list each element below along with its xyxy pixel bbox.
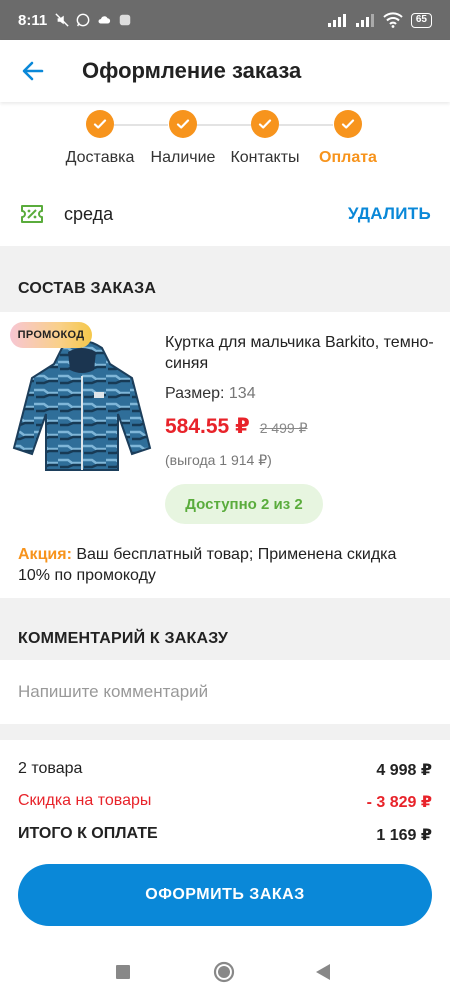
app-header: Оформление заказа: [0, 40, 450, 102]
current-price: 584.55 ₽: [165, 415, 250, 438]
step-check-availability[interactable]: [169, 110, 197, 138]
product-size: Размер: 134: [165, 385, 256, 403]
old-price: 2 499 ₽: [259, 420, 308, 436]
comment-input[interactable]: Напишите комментарий: [0, 660, 450, 724]
price-row: 584.55 ₽ 2 499 ₽: [165, 414, 308, 439]
checkout-button[interactable]: ОФОРМИТЬ ЗАКАЗ: [18, 864, 432, 926]
total-row: ИТОГО К ОПЛАТЕ 1 169 ₽: [18, 825, 432, 845]
promotion-text: Ваш бесплатный товар; Применена скидка 1…: [18, 546, 397, 584]
back-triangle-icon[interactable]: [315, 963, 331, 981]
cloud-icon: [98, 16, 111, 24]
items-count-row: 2 товара 4 998 ₽: [18, 760, 432, 780]
availability-badge: Доступно 2 из 2: [165, 484, 323, 524]
product-name[interactable]: Куртка для мальчика Barkito, темно-синяя: [165, 332, 435, 374]
system-icons: 65: [327, 12, 432, 28]
status-bar: 8:11 65: [0, 0, 450, 40]
mute-icon: [55, 13, 69, 27]
order-section-title: СОСТАВ ЗАКАЗА: [18, 280, 157, 297]
order-section-header: СОСТАВ ЗАКАЗА: [0, 246, 450, 312]
comment-section-title: КОММЕНТАРИЙ К ЗАКАЗУ: [18, 630, 229, 647]
check-icon: [341, 119, 355, 129]
whatsapp-icon: [76, 13, 90, 27]
signal-icon-2: [355, 14, 374, 27]
size-value: 134: [228, 385, 256, 402]
checkout-stepper: Доставка Наличие Контакты Оплата: [0, 106, 450, 178]
recents-square-icon[interactable]: [115, 964, 131, 980]
check-icon: [258, 119, 272, 129]
step-connector: [114, 124, 168, 126]
items-total-value: 4 998 ₽: [376, 762, 432, 779]
total-label: ИТОГО К ОПЛАТЕ: [18, 825, 158, 842]
page-title: Оформление заказа: [82, 58, 302, 83]
system-nav-bar: [0, 950, 450, 1000]
step-check-contacts[interactable]: [251, 110, 279, 138]
step-label-contacts[interactable]: Контакты: [230, 149, 299, 167]
wifi-icon: [383, 12, 403, 28]
app-icon: [119, 14, 131, 26]
promo-code-value: среда: [64, 203, 114, 224]
discount-row: Скидка на товары - 3 829 ₽: [18, 792, 432, 812]
step-label-delivery[interactable]: Доставка: [66, 149, 135, 167]
battery-indicator: 65: [410, 12, 432, 28]
step-check-payment[interactable]: [334, 110, 362, 138]
step-connector: [196, 124, 251, 126]
items-count-label: 2 товара: [18, 760, 83, 777]
ticket-percent-icon: [21, 205, 43, 223]
promo-badge: ПРОМОКОД: [10, 322, 92, 348]
size-label: Размер:: [165, 385, 225, 402]
arrow-left-icon[interactable]: [20, 58, 46, 84]
total-value: 1 169 ₽: [376, 827, 432, 844]
comment-section-header: КОММЕНТАРИЙ К ЗАКАЗУ: [0, 598, 450, 660]
saving-amount: (выгода 1 914 ₽): [165, 452, 272, 468]
promotion-label: Акция:: [18, 546, 72, 563]
applied-promo-row: среда УДАЛИТЬ: [0, 194, 450, 234]
status-time: 8:11: [18, 11, 48, 29]
delete-promo-button[interactable]: УДАЛИТЬ: [348, 204, 431, 224]
discount-value: - 3 829 ₽: [366, 794, 432, 811]
section-divider: [0, 724, 450, 740]
home-circle-icon[interactable]: [213, 961, 235, 983]
step-connector: [279, 124, 333, 126]
promotion-info: Акция: Ваш бесплатный товар; Применена с…: [18, 544, 432, 586]
order-item-card: ПРОМОКОД Куртка для мальчика Barkito, те…: [0, 312, 450, 598]
step-label-payment[interactable]: Оплата: [319, 149, 377, 167]
signal-icon: [327, 14, 346, 27]
step-check-delivery[interactable]: [86, 110, 114, 138]
check-icon: [93, 119, 107, 129]
check-icon: [176, 119, 190, 129]
discount-label: Скидка на товары: [18, 792, 152, 809]
step-label-availability[interactable]: Наличие: [151, 149, 216, 167]
product-image[interactable]: [10, 330, 155, 480]
notification-icons: [55, 13, 132, 27]
